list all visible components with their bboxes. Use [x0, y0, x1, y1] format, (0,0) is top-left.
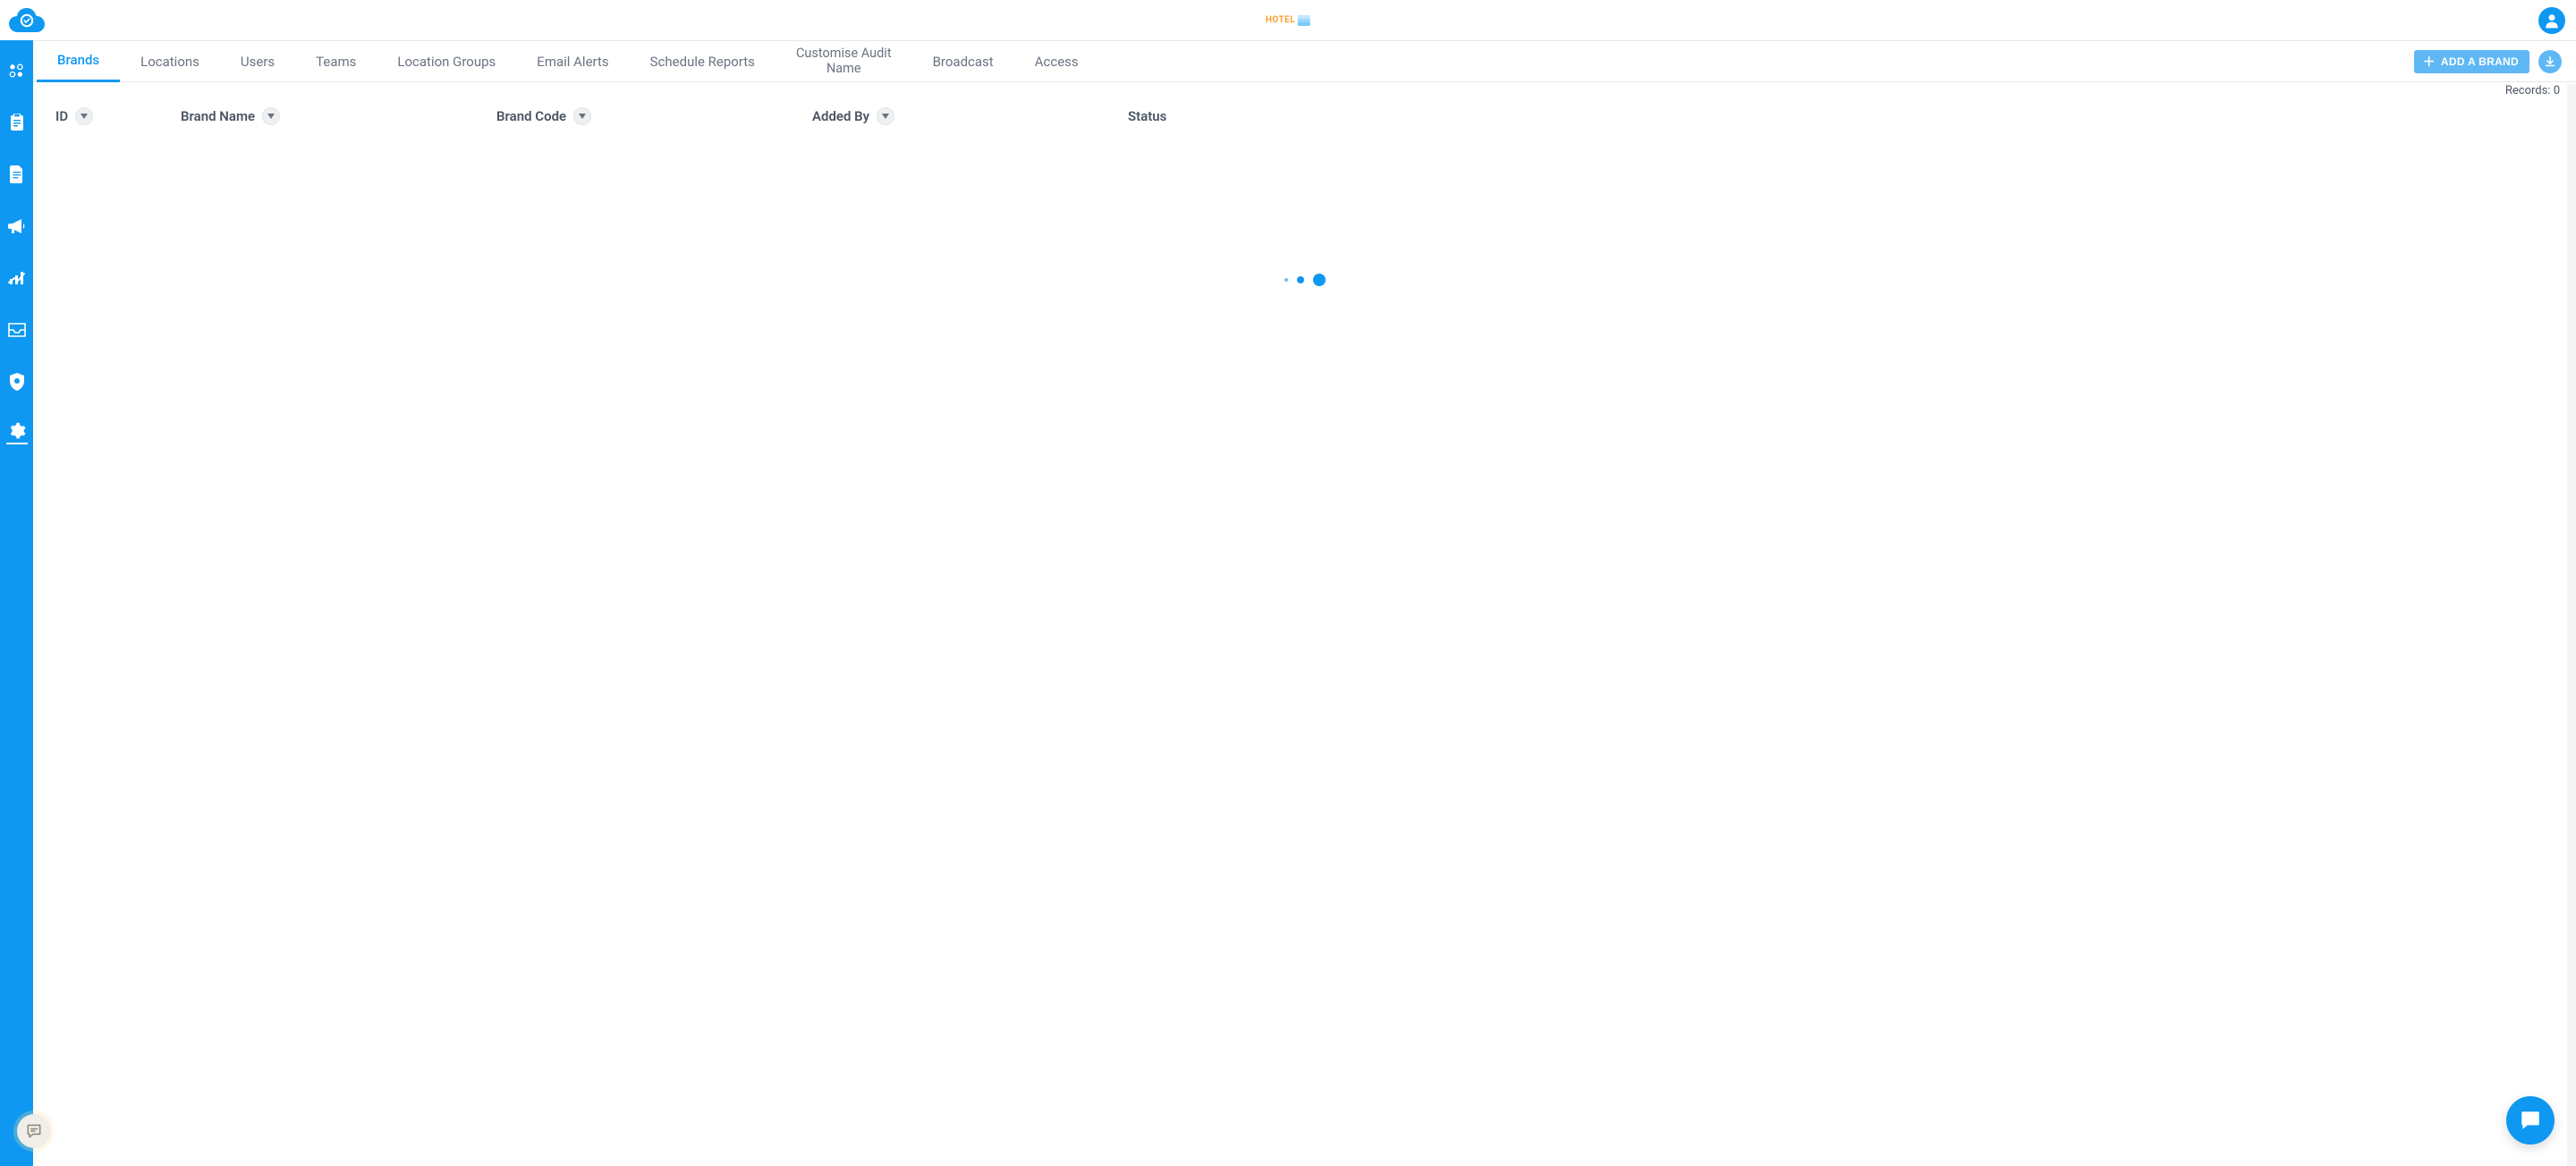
records-count: Records: 0 — [33, 82, 2576, 97]
nav-settings[interactable] — [6, 423, 28, 444]
speech-bubble-icon — [2519, 1109, 2542, 1132]
chat-button[interactable] — [2506, 1096, 2555, 1145]
tab-teams[interactable]: Teams — [295, 41, 377, 82]
tab-locations[interactable]: Locations — [120, 41, 220, 82]
app-logo[interactable] — [5, 8, 47, 33]
tab-label: Brands — [57, 52, 99, 68]
dashboard-icon — [8, 62, 26, 80]
sort-button-brand-code[interactable] — [573, 107, 591, 125]
table-header: ID Brand Name Brand Code Added By Status — [33, 97, 2576, 135]
nav-document[interactable] — [6, 164, 28, 185]
side-nav — [0, 40, 33, 1166]
tenant-logo-text: HOTEL — [1266, 15, 1295, 25]
records-value: 0 — [2554, 84, 2560, 97]
sort-button-brand-name[interactable] — [262, 107, 280, 125]
caret-down-icon — [80, 114, 88, 119]
column-header-brand-name: Brand Name — [181, 107, 496, 125]
tab-schedule-reports[interactable]: Schedule Reports — [630, 41, 775, 82]
user-avatar-button[interactable] — [2538, 7, 2565, 34]
loader-dot-icon — [1313, 274, 1326, 286]
settings-icon — [8, 422, 26, 440]
top-bar: HOTEL — [0, 0, 2576, 40]
tab-label: Locations — [140, 54, 199, 70]
tab-label: Schedule Reports — [650, 54, 755, 70]
records-label: Records: — [2505, 84, 2554, 97]
help-button[interactable] — [17, 1114, 51, 1148]
column-label: Status — [1128, 108, 1166, 124]
download-icon — [2544, 55, 2556, 68]
tab-email-alerts[interactable]: Email Alerts — [516, 41, 629, 82]
cloud-check-icon — [5, 8, 47, 33]
download-button[interactable] — [2538, 50, 2562, 73]
tab-label: Customise Audit Name — [796, 46, 892, 76]
table-body — [33, 135, 2576, 1166]
tenant-logo-swatch-icon — [1298, 15, 1310, 26]
tab-broadcast[interactable]: Broadcast — [912, 41, 1014, 82]
tab-label: Users — [241, 54, 275, 70]
tab-access[interactable]: Access — [1014, 41, 1099, 82]
column-header-added-by: Added By — [812, 107, 1128, 125]
column-label: Added By — [812, 108, 869, 124]
caret-down-icon — [882, 114, 889, 119]
nav-analytics[interactable] — [6, 267, 28, 289]
tab-location-groups[interactable]: Location Groups — [377, 41, 516, 82]
sort-button-added-by[interactable] — [877, 107, 894, 125]
megaphone-icon — [8, 218, 26, 234]
chart-icon — [8, 270, 26, 286]
tab-brands[interactable]: Brands — [37, 41, 120, 82]
clipboard-icon — [9, 114, 25, 131]
tab-customise-audit-name[interactable]: Customise Audit Name — [775, 41, 912, 82]
caret-down-icon — [579, 114, 586, 119]
tab-label: Broadcast — [933, 54, 994, 70]
tenant-logo: HOTEL — [1266, 15, 1310, 26]
add-brand-button-label: ADD A BRAND — [2441, 55, 2519, 68]
column-label: Brand Code — [496, 108, 566, 124]
scrollbar[interactable] — [2567, 84, 2576, 1166]
nav-broadcast[interactable] — [6, 215, 28, 237]
tab-label: Access — [1035, 54, 1079, 70]
column-label: Brand Name — [181, 108, 255, 124]
tabs-container: Brands Locations Users Teams Location Gr… — [37, 41, 1099, 81]
caret-down-icon — [267, 114, 275, 119]
nav-shield[interactable] — [6, 371, 28, 393]
loader-dot-icon — [1297, 276, 1304, 283]
tabstrip-actions: ＋ ADD A BRAND — [2414, 41, 2576, 81]
loading-indicator — [1284, 274, 1326, 286]
nav-inbox[interactable] — [6, 319, 28, 341]
column-header-status: Status — [1128, 108, 2558, 124]
tab-label: Teams — [316, 54, 356, 70]
user-icon — [2543, 12, 2561, 30]
main-content: Brands Locations Users Teams Location Gr… — [33, 40, 2576, 1166]
tab-strip: Brands Locations Users Teams Location Gr… — [33, 41, 2576, 82]
sort-button-id[interactable] — [75, 107, 93, 125]
chat-help-icon — [25, 1122, 43, 1140]
document-icon — [10, 165, 24, 183]
loader-dot-icon — [1284, 278, 1288, 282]
nav-clipboard[interactable] — [6, 112, 28, 133]
inbox-icon — [8, 323, 26, 337]
tab-users[interactable]: Users — [220, 41, 295, 82]
add-brand-button[interactable]: ＋ ADD A BRAND — [2414, 50, 2529, 73]
column-label: ID — [55, 108, 68, 124]
tab-label: Location Groups — [397, 54, 496, 70]
shield-icon — [9, 373, 25, 391]
column-header-id: ID — [55, 107, 181, 125]
tab-label: Email Alerts — [537, 54, 608, 70]
nav-dashboard[interactable] — [6, 60, 28, 81]
column-header-brand-code: Brand Code — [496, 107, 812, 125]
